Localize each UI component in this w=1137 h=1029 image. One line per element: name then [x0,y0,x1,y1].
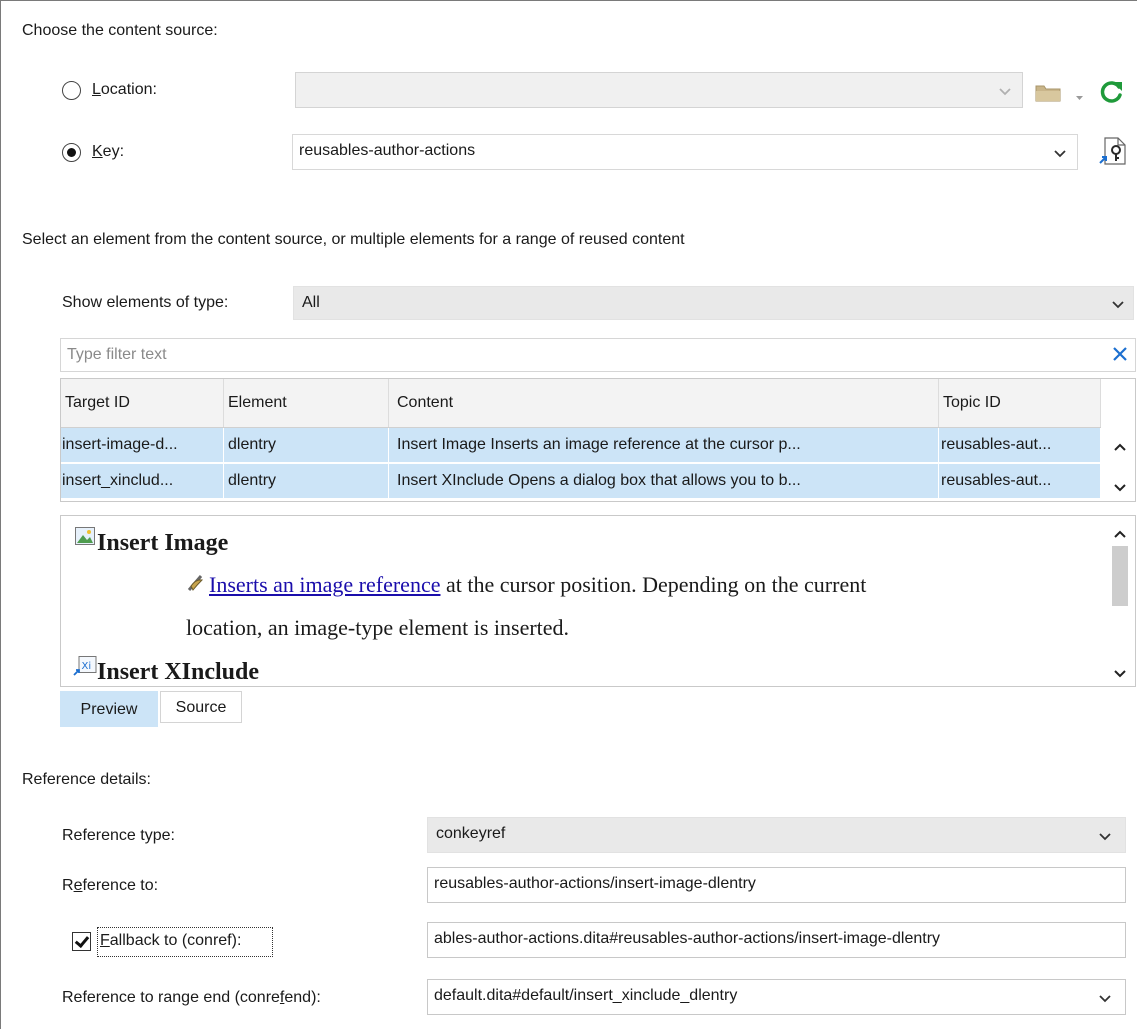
table-row[interactable]: insert_xinclud... dlentry Insert XInclud… [61,464,1101,498]
fallback-checkbox[interactable] [72,932,91,951]
tab-preview[interactable]: Preview [60,691,158,727]
key-dropdown-chevron-icon[interactable] [1053,146,1067,160]
preview-title-insert-xinclude: Insert XInclude [97,659,260,685]
col-target-id[interactable]: Target ID [61,379,224,427]
fallback-field[interactable]: ables-author-actions.dita#reusables-auth… [427,922,1126,958]
preview-desc-text: at the cursor position. Depending on the… [440,572,867,597]
preview-scroll-thumb[interactable] [1112,546,1128,606]
xinclude-icon: Xi [73,656,97,681]
reference-type-chevron-icon[interactable] [1098,829,1112,843]
folder-menu-arrow-icon[interactable] [1075,88,1084,106]
key-label: Key: [92,143,125,160]
key-radio[interactable] [62,143,81,162]
table-row[interactable]: insert-image-d... dlentry Insert Image I… [61,428,1101,463]
cell-element: dlentry [224,464,389,498]
reference-to-label: Reference to: [62,877,159,894]
tab-source[interactable]: Source [160,691,242,723]
fallback-value: ables-author-actions.dita#reusables-auth… [434,930,941,947]
elements-table: Target ID Element Content Topic ID inser… [60,378,1136,502]
show-type-chevron-icon[interactable] [1111,297,1125,311]
col-content[interactable]: Content [389,379,939,427]
show-type-combo[interactable]: All [293,286,1134,320]
window-frame-top [0,0,1137,1]
cell-topic-id: reusables-aut... [939,428,1101,462]
range-end-label: Reference to range end (conrefend): [62,989,321,1006]
cell-content: Insert Image Inserts an image reference … [389,428,939,462]
range-end-chevron-icon[interactable] [1098,991,1112,1005]
show-type-label: Show elements of type: [62,294,229,311]
content-source-heading: Choose the content source: [22,22,218,39]
reference-type-label: Reference type: [62,827,175,844]
show-type-value: All [302,294,320,311]
insert-image-link[interactable]: Inserts an image reference [209,572,440,597]
image-reference-icon [186,573,206,598]
location-combo[interactable] [295,72,1023,108]
preview-desc-line1: Inserts an image reference at the cursor… [209,565,866,605]
range-end-value: default.dita#default/insert_xinclude_dle… [434,987,738,1004]
preview-desc-line2: location, an image-type element is inser… [186,615,570,640]
location-label: Location: [92,81,157,98]
col-topic-id[interactable]: Topic ID [939,379,1101,427]
reference-to-value: reusables-author-actions/insert-image-dl… [434,875,756,892]
preview-scroll-up-icon[interactable] [1113,526,1127,544]
image-icon [75,527,95,550]
clear-filter-icon[interactable] [1112,346,1128,367]
window-frame-left [0,0,1,1029]
filter-placeholder: Type filter text [67,346,167,363]
preview-pane: Insert Image Inserts an image reference … [60,515,1136,687]
filter-input[interactable]: Type filter text [60,338,1136,372]
location-radio[interactable] [62,81,81,100]
table-scroll-up-icon[interactable] [1113,439,1127,457]
selection-instruction: Select an element from the content sourc… [22,231,685,248]
cell-content: Insert XInclude Opens a dialog box that … [389,464,939,498]
reference-to-field[interactable]: reusables-author-actions/insert-image-dl… [427,867,1126,903]
refresh-icon[interactable] [1099,79,1125,110]
preview-title-insert-image: Insert Image [97,530,229,556]
svg-text:Xi: Xi [82,661,92,672]
preview-scroll-down-icon[interactable] [1113,666,1127,684]
range-end-combo[interactable]: default.dita#default/insert_xinclude_dle… [427,979,1126,1015]
key-combo[interactable]: reusables-author-actions [292,134,1078,170]
reference-type-combo[interactable]: conkeyref [427,817,1126,853]
key-value: reusables-author-actions [299,142,476,159]
table-header: Target ID Element Content Topic ID [61,379,1101,428]
cell-target-id: insert_xinclud... [61,464,224,498]
folder-icon[interactable] [1035,82,1061,107]
cell-topic-id: reusables-aut... [939,464,1101,498]
key-reference-icon[interactable] [1098,136,1128,171]
location-dropdown-chevron-icon[interactable] [998,84,1012,98]
col-element[interactable]: Element [224,379,389,427]
reference-details-heading: Reference details: [22,771,151,788]
cell-target-id: insert-image-d... [61,428,224,462]
cell-element: dlentry [224,428,389,462]
table-scroll-down-icon[interactable] [1113,480,1127,498]
reference-type-value: conkeyref [436,825,506,842]
fallback-label: Fallback to (conref): [100,932,242,949]
